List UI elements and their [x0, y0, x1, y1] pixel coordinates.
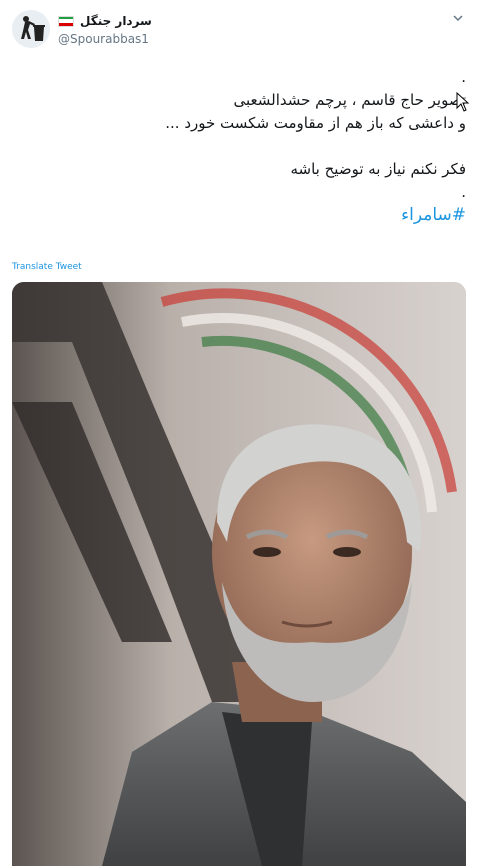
author-names: سردار جنگل @Spourabbas1 [58, 12, 152, 46]
tweet-line [12, 135, 466, 158]
iran-flag-icon [58, 15, 74, 27]
photo-image [12, 282, 466, 866]
tweet-photo[interactable] [12, 282, 466, 866]
translate-tweet-link[interactable]: Translate Tweet [12, 262, 82, 272]
user-handle[interactable]: @Spourabbas1 [58, 32, 152, 46]
tweet-header: سردار جنگل @Spourabbas1 [12, 10, 466, 50]
mouse-cursor-icon [456, 92, 470, 112]
tweet-line: فکر نکنم نیاز به توضیح باشه [290, 160, 467, 178]
display-name-row: سردار جنگل [58, 12, 152, 30]
hashtag-link[interactable]: #سامراء [401, 205, 466, 225]
tweet-line: تصویر حاج قاسم ، پرچم حشدالشعبی [233, 91, 467, 109]
tweet-line: و داعشی که باز هم از مقاومت شکست خورد ..… [165, 114, 466, 132]
avatar[interactable] [12, 10, 50, 48]
display-name[interactable]: سردار جنگل [80, 14, 152, 28]
tweet-line: . [461, 183, 466, 201]
recycle-man-icon [12, 10, 50, 48]
tweet-text: . تصویر حاج قاسم ، پرچم حشدالشعبی و داعش… [12, 66, 466, 227]
tweet-card: سردار جنگل @Spourabbas1 . تصویر حاج قاسم… [0, 0, 478, 866]
chevron-down-icon[interactable] [450, 12, 466, 28]
tweet-line: . [461, 68, 466, 86]
